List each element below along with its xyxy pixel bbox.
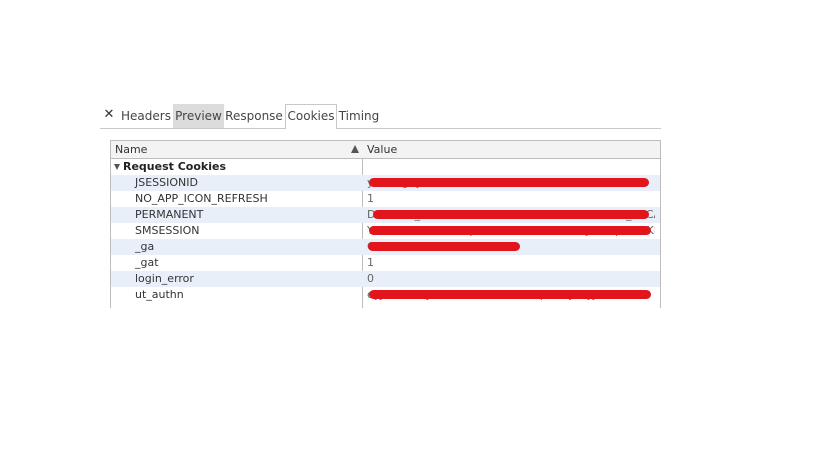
tab-cookies[interactable]: Cookies: [285, 104, 337, 129]
next-group-clipped: [111, 303, 660, 308]
redaction-mark: [369, 226, 651, 235]
request-cookies-group[interactable]: Request Cookies: [111, 159, 660, 175]
group-label: Request Cookies: [123, 160, 227, 173]
table-row[interactable]: NO_APP_ICON_REFRESH 1: [111, 191, 660, 207]
table-row[interactable]: JSESSIONID yGUAtgNJE19sPkbEEvdMNWGPxKkGv: [111, 175, 660, 191]
cookie-value: 0: [367, 272, 374, 285]
sort-ascending-icon[interactable]: [351, 145, 359, 153]
cookie-name: login_error: [135, 272, 194, 285]
table-row[interactable]: PERMANENT DEFAULT_LOCALE%3C0REC-LOCL-%3C…: [111, 207, 660, 223]
cookie-name: PERMANENT: [135, 208, 204, 221]
redaction-mark: [369, 178, 649, 187]
close-icon[interactable]: ✕: [102, 107, 116, 123]
redaction-mark: [368, 242, 520, 251]
cookie-name: JSESSIONID: [135, 176, 198, 189]
cookie-value: 1: [367, 192, 374, 205]
table-row[interactable]: ut_authn eyJhbGciOiJSUzI1NiIsInR5cCI6Ikp…: [111, 287, 660, 303]
table-row[interactable]: SMSESSION YXbXEDbIteeSWNqufdbREXSW22BrKK…: [111, 223, 660, 239]
cookie-name: ut_authn: [135, 288, 184, 301]
column-header-value[interactable]: Value: [367, 141, 397, 158]
table-header: Name Value: [111, 141, 660, 159]
cookie-name: _gat: [135, 256, 159, 269]
network-detail-panel: ✕ Headers Preview Response Cookies Timin…: [100, 104, 661, 308]
table-row[interactable]: _gat 1: [111, 255, 660, 271]
table-row[interactable]: login_error 0: [111, 271, 660, 287]
expand-triangle-icon[interactable]: [114, 164, 120, 170]
cookie-value: 1: [367, 256, 374, 269]
cookies-table: Name Value Request Cookies JSESSIONID yG…: [110, 140, 661, 308]
cookie-name: _ga: [135, 240, 155, 253]
redaction-mark: [373, 210, 649, 219]
redaction-mark: [369, 290, 651, 299]
cookie-name: NO_APP_ICON_REFRESH: [135, 192, 268, 205]
table-row[interactable]: _ga GA1.2.14650091.1464536: [111, 239, 660, 255]
cookie-name: SMSESSION: [135, 224, 200, 237]
tab-timing[interactable]: Timing: [338, 104, 380, 128]
tab-response[interactable]: Response: [225, 104, 283, 128]
tab-headers[interactable]: Headers: [120, 104, 172, 128]
column-header-name[interactable]: Name: [115, 141, 147, 158]
tab-bar: ✕ Headers Preview Response Cookies Timin…: [100, 104, 661, 129]
tab-preview[interactable]: Preview: [173, 104, 224, 128]
